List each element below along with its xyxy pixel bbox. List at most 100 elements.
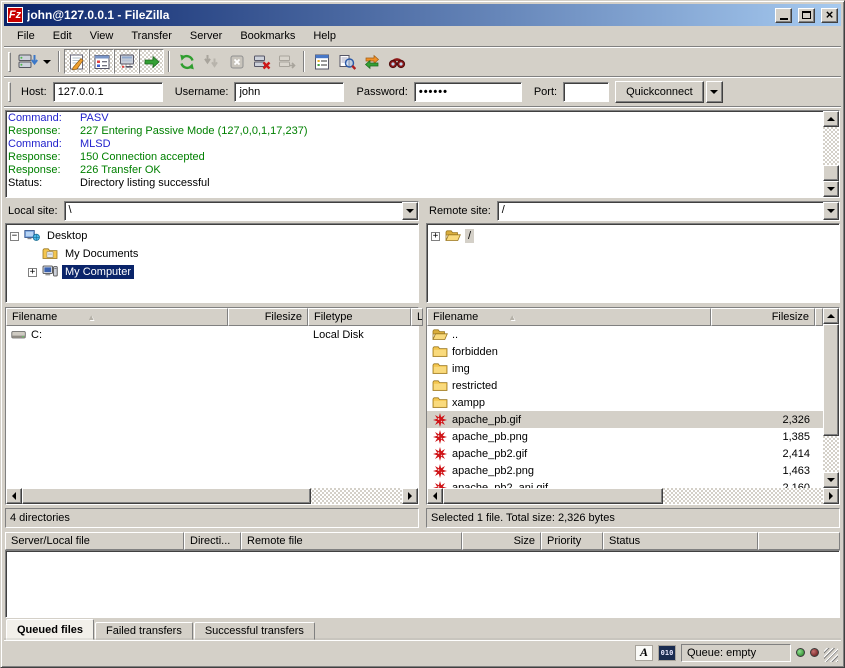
transfer-type-binary-icon[interactable]: 010 [658,645,676,661]
column-header-directi[interactable]: Directi... [184,532,241,550]
minimize-button[interactable] [775,8,792,23]
site-manager-button[interactable] [15,49,40,74]
expand-plus-icon[interactable]: + [28,268,37,277]
message-log-icon [68,53,86,71]
file-row-apache-pb2-gif[interactable]: apache_pb2.gif2,414 [427,445,823,462]
collapse-minus-icon[interactable]: − [10,232,19,241]
column-header-filesize[interactable]: Filesize [228,308,308,326]
titlebar[interactable]: Fz john@127.0.0.1 - FileZilla × [4,4,841,26]
tree-item-my-computer[interactable]: +My Computer [8,263,416,281]
filesize-cell: 1,463 [711,462,815,479]
scroll-left-button[interactable] [427,488,443,504]
transfer-type-ascii-icon[interactable]: A [635,645,653,661]
menu-transfer[interactable]: Transfer [122,28,181,44]
column-header-filesize[interactable]: Filesize [711,308,815,326]
column-header-filename[interactable]: Filename▲ [427,308,711,326]
tree-item-my-documents[interactable]: My Documents [8,245,416,263]
close-button[interactable]: × [821,8,838,23]
directory-comparison-button[interactable] [334,49,359,74]
process-queue-button[interactable] [199,49,224,74]
local-site-combo[interactable]: \ [64,201,419,221]
combo-dropdown-button[interactable] [823,202,839,220]
pane-splitter[interactable] [419,200,426,528]
reconnect-button[interactable] [274,49,299,74]
log-label: Response: [8,125,80,138]
file-row-forbidden[interactable]: forbidden [427,343,823,360]
directory-listing-filters-button[interactable] [309,49,334,74]
file-row-apache-pb2-png[interactable]: apache_pb2.png1,463 [427,462,823,479]
filesize-cell [711,377,815,394]
scrollbar-thumb[interactable] [823,165,839,181]
tab-failed-transfers[interactable]: Failed transfers [95,622,193,640]
toggle-remote-tree-button[interactable] [114,49,139,74]
log-line: Response:150 Connection accepted [8,151,821,164]
column-header-priority[interactable]: Priority [541,532,603,550]
toolbar-gripper[interactable] [8,52,11,72]
site-manager-dropdown-button[interactable] [40,49,54,74]
scrollbar-thumb[interactable] [443,488,663,504]
disconnect-button[interactable] [249,49,274,74]
column-header-filetype[interactable]: Filetype [308,308,411,326]
menu-view[interactable]: View [81,28,123,44]
tree-item-item[interactable]: +/ [429,227,837,245]
scroll-up-button[interactable] [823,111,839,127]
scroll-right-button[interactable] [823,488,839,504]
column-header-filename[interactable]: Filename▲ [6,308,228,326]
quickconnect-button[interactable]: Quickconnect [615,81,704,103]
host-input[interactable] [53,82,163,102]
tree-item-desktop[interactable]: −Desktop [8,227,416,245]
filename-cell: apache_pb.gif [427,411,711,428]
synchronized-browsing-button[interactable] [359,49,384,74]
toggle-local-tree-button[interactable] [89,49,114,74]
scroll-down-button[interactable] [823,181,839,197]
scroll-right-button[interactable] [402,488,418,504]
column-header-server-local-file[interactable]: Server/Local file [5,532,184,550]
file-row-item[interactable]: .. [427,326,823,343]
file-row-restricted[interactable]: restricted [427,377,823,394]
resize-grip[interactable] [824,648,838,662]
username-input[interactable] [234,82,344,102]
file-row-apache-pb2-ani-gif[interactable]: apache_pb2_ani.gif2,160 [427,479,823,488]
menu-help[interactable]: Help [304,28,345,44]
menu-edit[interactable]: Edit [44,28,81,44]
local-list-hscrollbar[interactable] [6,488,418,504]
menu-file[interactable]: File [8,28,44,44]
find-files-button[interactable] [384,49,409,74]
scroll-up-button[interactable] [823,308,839,324]
quickconnect-gripper[interactable] [8,82,11,102]
file-row-img[interactable]: img [427,360,823,377]
tab-queued-files[interactable]: Queued files [6,619,94,640]
remote-list-hscrollbar[interactable] [427,488,839,504]
maximize-button[interactable] [798,8,815,23]
scrollbar-thumb[interactable] [823,324,839,436]
port-input[interactable] [563,82,609,102]
quickconnect-dropdown-button[interactable] [706,81,723,103]
file-row-apache-pb-png[interactable]: apache_pb.png1,385 [427,428,823,445]
filename-cell: restricted [427,377,711,394]
file-row-xampp[interactable]: xampp [427,394,823,411]
scroll-down-button[interactable] [823,472,839,488]
expand-plus-icon[interactable]: + [431,232,440,241]
tab-successful-transfers[interactable]: Successful transfers [194,622,315,640]
menu-server[interactable]: Server [181,28,231,44]
refresh-button[interactable] [174,49,199,74]
filesize-cell [711,360,815,377]
file-row-apache-pb-gif[interactable]: apache_pb.gif2,326 [427,411,823,428]
filename-cell: apache_pb2.gif [427,445,711,462]
password-label: Password: [356,86,407,98]
column-header-size[interactable]: Size [462,532,541,550]
remote-list-vscrollbar[interactable] [823,308,839,488]
toggle-transfer-queue-button[interactable] [139,49,164,74]
password-input[interactable] [414,82,522,102]
file-row-c[interactable]: C:Local Disk [6,326,418,343]
menu-bookmarks[interactable]: Bookmarks [231,28,304,44]
scroll-left-button[interactable] [6,488,22,504]
remote-site-combo[interactable]: / [497,201,840,221]
scrollbar-thumb[interactable] [22,488,311,504]
toggle-message-log-button[interactable] [64,49,89,74]
cancel-operation-button[interactable] [224,49,249,74]
column-header-status[interactable]: Status [603,532,758,550]
message-log-scrollbar[interactable] [823,111,839,197]
combo-dropdown-button[interactable] [402,202,418,220]
column-header-remote-file[interactable]: Remote file [241,532,462,550]
